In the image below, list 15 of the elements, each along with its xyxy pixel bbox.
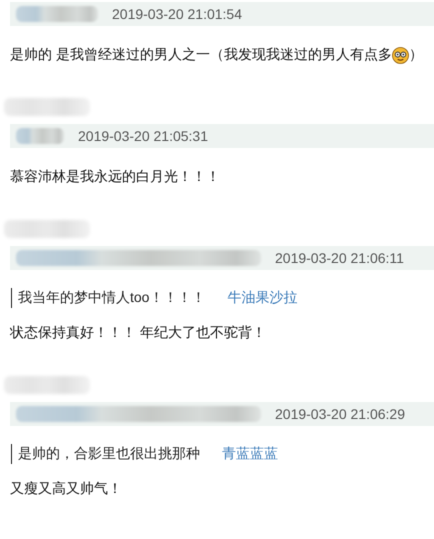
comment-text: 是帅的 是我曾经迷过的男人之一（我发现我迷过的男人有点多 xyxy=(10,46,392,64)
comment-time: 2019-03-20 21:06:29 xyxy=(275,406,405,422)
comment-time: 2019-03-20 21:05:31 xyxy=(78,128,208,144)
blurred-username xyxy=(16,128,64,144)
quote-text: 是帅的，合影里也很出挑那种 xyxy=(18,445,200,463)
quote-text: 我当年的梦中情人too！！！！ xyxy=(18,289,206,307)
quote-author-link[interactable]: 牛油果沙拉 xyxy=(227,289,298,307)
comment-time: 2019-03-20 21:01:54 xyxy=(112,6,242,22)
quote-author-link[interactable]: 青蓝蓝蓝 xyxy=(222,445,278,463)
comment-text: 状态保持真好！！！ 年纪大了也不驼背！ xyxy=(10,324,266,342)
comment-time: 2019-03-20 21:06:11 xyxy=(275,250,404,266)
comment-text: ） xyxy=(408,46,423,64)
nerd-face-icon xyxy=(392,46,409,64)
comment-text: 又瘦又高又帅气！ xyxy=(10,480,122,498)
comment-text: 慕容沛林是我永远的白月光！！！ xyxy=(10,168,220,186)
